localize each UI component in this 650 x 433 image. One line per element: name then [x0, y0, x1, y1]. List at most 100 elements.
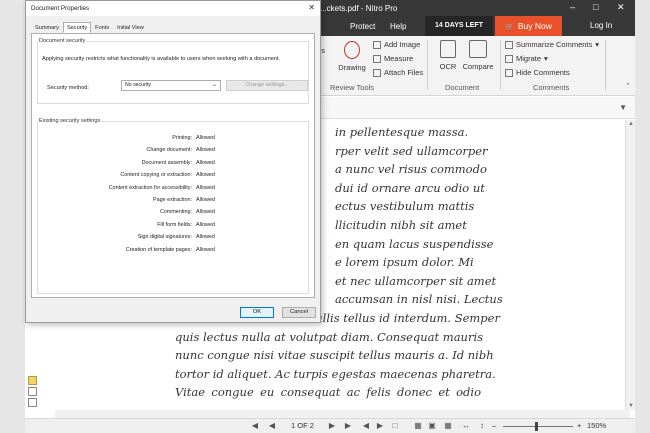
- attachment-icon[interactable]: [28, 387, 37, 396]
- hide-comments-button[interactable]: Hide Comments: [505, 68, 570, 77]
- group-document-label: Document: [445, 83, 480, 92]
- add-image-button[interactable]: Add Image: [373, 40, 420, 49]
- fit-page-button[interactable]: ↕: [477, 421, 487, 431]
- existing-security-group: Existing security settings: [37, 118, 309, 294]
- pages-icon[interactable]: [28, 398, 37, 407]
- tab-summary[interactable]: Summary: [31, 22, 63, 33]
- trial-badge[interactable]: 14 DAYS LEFT: [425, 16, 493, 36]
- chevron-down-icon[interactable]: ▼: [619, 103, 627, 112]
- permission-label: Creation of template pages:: [125, 246, 192, 253]
- ribbon-separator: [427, 40, 428, 90]
- permission-value: Allowed: [196, 135, 215, 141]
- maximize-icon[interactable]: □: [593, 2, 598, 12]
- go-back-button[interactable]: ◀: [361, 421, 371, 431]
- comment-icon[interactable]: [28, 376, 37, 385]
- zoom-out-button[interactable]: –: [492, 421, 496, 430]
- tab-help[interactable]: Help: [390, 22, 406, 31]
- security-method-label: Security method:: [47, 85, 89, 91]
- collapse-ribbon-icon[interactable]: ⌃: [625, 82, 631, 90]
- status-bar: ◀ ◀ 1 OF 2 ▶ ▶ ◀ ▶ □ ▦ ▣ ▦ ↔ ↕ – + 150%: [25, 418, 635, 433]
- play-button[interactable]: ▶: [375, 421, 385, 431]
- change-settings-button[interactable]: Change settings...: [226, 80, 308, 91]
- migrate-icon: [505, 54, 513, 63]
- permission-row: Fill form fields: Allowed: [47, 222, 287, 230]
- group-review-tools-label: Review Tools: [330, 83, 375, 92]
- document-line: quis lectus nulla at volutpat diam. Cons…: [175, 329, 484, 344]
- login-link[interactable]: Log In: [590, 21, 612, 30]
- minimize-icon[interactable]: –: [570, 2, 575, 12]
- pen-icon: [344, 41, 360, 59]
- window-title: ...ckets.pdf - Nitro Pro: [320, 4, 398, 13]
- continuous-view-button[interactable]: ▦: [413, 421, 423, 431]
- permission-label: Change document:: [146, 147, 192, 154]
- permission-row: Printing: Allowed: [47, 135, 287, 143]
- dialog-tabs: Summary Security Fonts Initial View: [31, 22, 148, 33]
- document-properties-dialog: Document Properties ✕ Summary Security F…: [25, 0, 321, 323]
- zoom-slider[interactable]: [503, 426, 573, 427]
- zoom-in-button[interactable]: +: [577, 421, 581, 430]
- add-image-label: Add Image: [384, 40, 421, 49]
- single-page-view-button[interactable]: □: [390, 421, 400, 431]
- measure-button[interactable]: Measure: [373, 54, 413, 63]
- tab-protect[interactable]: Protect: [350, 22, 375, 31]
- zoom-level[interactable]: 150%: [587, 421, 606, 430]
- tab-fonts[interactable]: Fonts: [91, 22, 113, 33]
- dialog-title-bar: Document Properties ✕: [26, 1, 320, 16]
- image-icon: [373, 40, 381, 49]
- permission-label: Document assembly:: [141, 159, 192, 166]
- security-description: Applying security restricts what functio…: [42, 56, 281, 62]
- close-icon[interactable]: ✕: [308, 3, 315, 12]
- back-circle-icon: ◀: [362, 421, 370, 430]
- permission-value: Allowed: [196, 246, 215, 253]
- vertical-scrollbar[interactable]: ▲ ▼: [625, 120, 635, 410]
- next-page-icon: ▶: [328, 421, 336, 430]
- permission-label: Content copying or extraction:: [120, 172, 192, 179]
- single-page-icon: □: [392, 421, 398, 430]
- buy-now-button[interactable]: 🛒 Buy Now: [495, 16, 562, 36]
- ocr-button[interactable]: OCR: [435, 40, 461, 71]
- paperclip-icon: [373, 68, 381, 77]
- ocr-label: OCR: [439, 62, 457, 71]
- facing-continuous-icon: ▦: [444, 421, 452, 430]
- hide-comments-icon: [505, 68, 513, 77]
- compare-icon: [469, 40, 487, 58]
- facing-icon: ▣: [428, 421, 436, 430]
- document-line: nunc congue nisi vitae suscipit tellus m…: [175, 348, 494, 363]
- first-page-button[interactable]: ◀: [250, 421, 260, 431]
- buy-now-label: Buy Now: [517, 21, 552, 31]
- permission-row: Content copying or extraction: Allowed: [47, 172, 287, 180]
- migrate-button[interactable]: Migrate ▾: [505, 54, 548, 63]
- chevron-down-icon: ▾: [595, 40, 600, 49]
- compare-button[interactable]: Compare: [462, 40, 494, 71]
- permission-value: Allowed: [196, 184, 215, 191]
- close-icon[interactable]: ✕: [617, 2, 625, 13]
- horizontal-scrollbar[interactable]: [55, 410, 630, 418]
- continuous-icon: ▦: [414, 421, 422, 430]
- permission-row: Sign digital signatures: Allowed: [47, 234, 287, 242]
- facing-continuous-button[interactable]: ▦: [443, 421, 453, 431]
- fit-page-icon: ↕: [480, 421, 484, 430]
- tab-initial-view[interactable]: Initial View: [113, 22, 148, 33]
- permission-label: Page extraction:: [153, 197, 192, 203]
- drawing-button[interactable]: Drawing: [337, 41, 367, 72]
- prev-page-button[interactable]: ◀: [267, 421, 277, 431]
- last-page-button[interactable]: ▶: [343, 421, 353, 431]
- fit-width-button[interactable]: ↔: [461, 421, 471, 431]
- hide-comments-label: Hide Comments: [516, 68, 570, 77]
- cancel-button[interactable]: Cancel: [282, 307, 316, 318]
- summarize-comments-label: Summarize Comments: [516, 40, 593, 49]
- scroll-up-icon[interactable]: ▲: [628, 121, 634, 127]
- zoom-slider-thumb[interactable]: [535, 422, 538, 431]
- attach-files-button[interactable]: Attach Files: [373, 68, 423, 77]
- page-indicator[interactable]: 1 OF 2: [291, 421, 314, 430]
- summarize-icon: [505, 40, 513, 49]
- security-method-select[interactable]: No security ⌄: [121, 80, 221, 91]
- summarize-comments-button[interactable]: Summarize Comments ▾: [505, 40, 599, 49]
- next-page-button[interactable]: ▶: [327, 421, 337, 431]
- permission-value: Allowed: [196, 209, 215, 216]
- scroll-down-icon[interactable]: ▼: [628, 403, 634, 409]
- permission-value: Allowed: [196, 234, 215, 241]
- ok-button[interactable]: OK: [240, 307, 274, 318]
- tab-security[interactable]: Security: [62, 22, 92, 33]
- facing-view-button[interactable]: ▣: [427, 421, 437, 431]
